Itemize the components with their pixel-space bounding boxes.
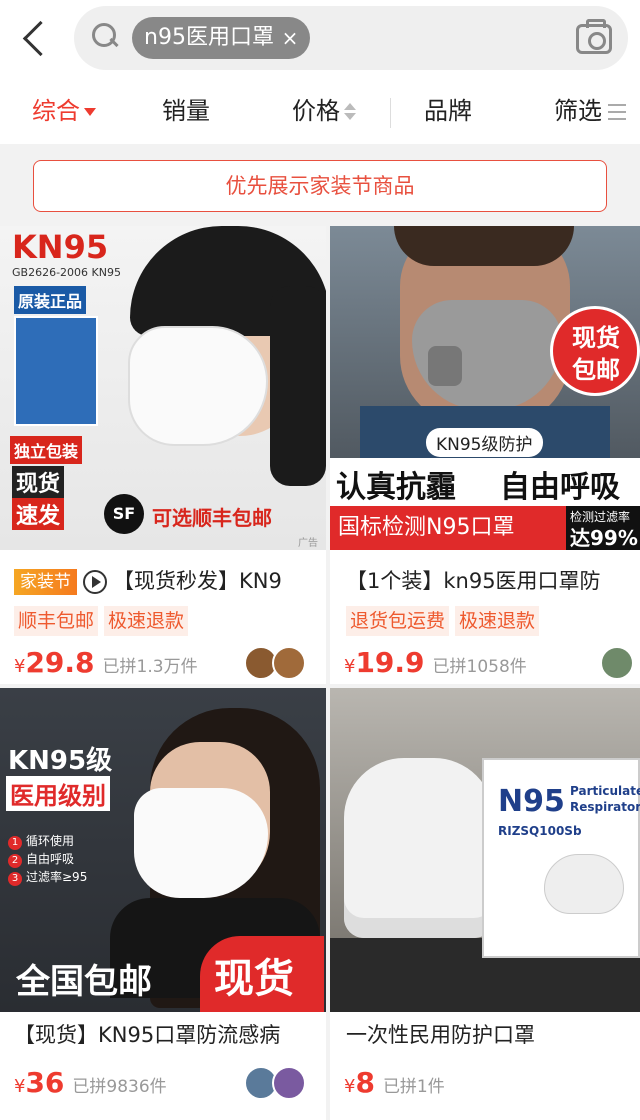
image-text: KN95级: [8, 746, 113, 776]
image-text: 包邮: [572, 356, 620, 384]
sort-tab-label: 筛选: [554, 97, 602, 125]
valve-shape: [428, 346, 462, 386]
back-arrow-icon[interactable]: [18, 18, 54, 60]
sort-tab-filter[interactable]: 筛选: [554, 80, 626, 144]
product-image[interactable]: KN95 GB2626-2006 KN95 原装正品 独立包装 现货 速发 SF…: [0, 226, 326, 550]
image-text: N95: [498, 784, 565, 819]
image-text: Particulate: [570, 784, 640, 798]
image-text: 原装正品: [14, 286, 87, 314]
sold-count: 已拼1058件: [432, 657, 527, 677]
sort-tab-label: 综合: [32, 97, 80, 125]
sort-tab-comprehensive[interactable]: 综合: [32, 80, 96, 144]
price-row: ¥36 已拼9836件: [14, 1066, 167, 1100]
sold-count: 已拼1件: [382, 1077, 445, 1097]
price-row: ¥8 已拼1件: [344, 1066, 445, 1100]
product-image[interactable]: 现货 包邮 KN95级防护 认真抗霾 自由呼吸 国标检测N95口罩 检测过滤率 …: [330, 226, 640, 550]
product-card[interactable]: KN95 GB2626-2006 KN95 原装正品 独立包装 现货 速发 SF…: [0, 226, 326, 684]
search-query-chip[interactable]: n95医用口罩 ×: [132, 17, 310, 59]
sold-count: 已拼1.3万件: [102, 657, 198, 677]
product-image[interactable]: N95 Particulate Respirator RIZSQ100Sb: [330, 688, 640, 1012]
feature-item: 1 循环使用: [8, 832, 74, 850]
promo-banner[interactable]: 优先展示家装节商品: [33, 160, 607, 212]
avatar: [272, 646, 306, 680]
price: 36: [25, 1066, 65, 1099]
sf-logo-icon: SF: [104, 494, 144, 534]
image-text: 现货: [12, 466, 65, 498]
sort-tab-price[interactable]: 价格: [292, 80, 356, 144]
product-title[interactable]: 一次性民用防护口罩: [346, 1018, 634, 1052]
ad-label: 广告: [298, 538, 318, 549]
product-card[interactable]: KN95级 医用级别 1 循环使用 2 自由呼吸 3 过滤率≥95 全国包邮 现货 【…: [0, 688, 326, 1120]
price: 29.8: [25, 646, 95, 679]
product-card[interactable]: N95 Particulate Respirator RIZSQ100Sb 一次…: [330, 688, 640, 1120]
feature-item: 3 过滤率≥95: [8, 868, 87, 886]
top-bar: n95医用口罩 ×: [0, 0, 640, 80]
price-row: ¥19.9 已拼1058件: [344, 646, 527, 680]
model-ponytail: [270, 286, 326, 486]
sort-tab-label: 价格: [292, 97, 340, 125]
image-text: 国标检测N95口罩: [330, 506, 566, 550]
image-text: 可选顺丰包邮: [152, 506, 272, 530]
avatar: [600, 646, 634, 680]
clear-query-icon[interactable]: ×: [280, 17, 300, 59]
product-title[interactable]: 家装节 【现货秒发】KN9: [14, 564, 320, 598]
sort-tab-label: 品牌: [424, 97, 472, 125]
image-text: 认真抗霾: [336, 470, 456, 505]
image-text: RIZSQ100Sb: [498, 824, 582, 838]
image-text: 医用级别: [6, 776, 110, 811]
image-text: 独立包装: [10, 436, 83, 464]
currency-symbol: ¥: [14, 1076, 26, 1097]
product-title[interactable]: 【1个装】kn95医用口罩防: [346, 564, 634, 598]
image-text: KN95级防护: [426, 428, 543, 457]
sort-order-icon: [344, 102, 356, 122]
festival-badge: 家装节: [14, 569, 77, 595]
product-tags: 顺丰包邮 极速退款: [14, 606, 194, 636]
model-hair: [394, 226, 574, 266]
price: 8: [355, 1066, 375, 1099]
product-title-text: 【现货秒发】KN9: [113, 569, 282, 593]
currency-symbol: ¥: [14, 656, 26, 677]
sort-tab-label: 销量: [162, 97, 210, 125]
image-text: Respirator: [570, 800, 640, 814]
tag: 退货包运费: [346, 606, 450, 636]
price: 19.9: [355, 646, 425, 679]
video-play-icon: [83, 570, 107, 594]
feature-item: 2 自由呼吸: [8, 850, 74, 868]
product-tags: 退货包运费 极速退款: [346, 606, 545, 636]
price-row: ¥29.8 已拼1.3万件: [14, 646, 198, 680]
product-image[interactable]: KN95级 医用级别 1 循环使用 2 自由呼吸 3 过滤率≥95 全国包邮 现货: [0, 688, 326, 1012]
search-query-text: n95医用口罩: [144, 25, 274, 50]
image-text: GB2626-2006 KN95: [12, 266, 121, 279]
divider: [390, 98, 391, 128]
package-image: [14, 316, 98, 426]
currency-symbol: ¥: [344, 656, 356, 677]
image-text: 现货: [214, 956, 294, 1002]
mask-stack: [344, 758, 494, 938]
tag: 极速退款: [104, 606, 189, 636]
image-text: 全国包邮: [16, 962, 152, 1002]
product-title[interactable]: 【现货】KN95口罩防流感病: [14, 1018, 320, 1052]
avatar: [272, 1066, 306, 1100]
currency-symbol: ¥: [344, 1076, 356, 1097]
sort-tab-sales[interactable]: 销量: [162, 80, 210, 144]
mask-shape: [128, 326, 268, 446]
sold-count: 已拼9836件: [72, 1077, 167, 1097]
dropdown-arrow-icon: [84, 108, 96, 116]
mask-illustration: [544, 854, 624, 914]
filter-icon: [608, 104, 626, 120]
sort-tab-brand[interactable]: 品牌: [424, 80, 472, 144]
image-text: KN95: [12, 228, 109, 266]
image-text: 自由呼吸: [500, 470, 620, 505]
image-text: 速发: [12, 498, 65, 530]
sort-bar: 综合 销量 价格 品牌 筛选: [0, 80, 640, 144]
image-text: 现货: [572, 324, 620, 352]
camera-icon[interactable]: [576, 19, 612, 54]
search-box[interactable]: n95医用口罩 ×: [74, 6, 628, 70]
product-card[interactable]: 现货 包邮 KN95级防护 认真抗霾 自由呼吸 国标检测N95口罩 检测过滤率 …: [330, 226, 640, 684]
search-icon: [92, 23, 118, 49]
image-text: 达99%: [570, 526, 638, 550]
tag: 顺丰包邮: [14, 606, 99, 636]
tag: 极速退款: [455, 606, 540, 636]
